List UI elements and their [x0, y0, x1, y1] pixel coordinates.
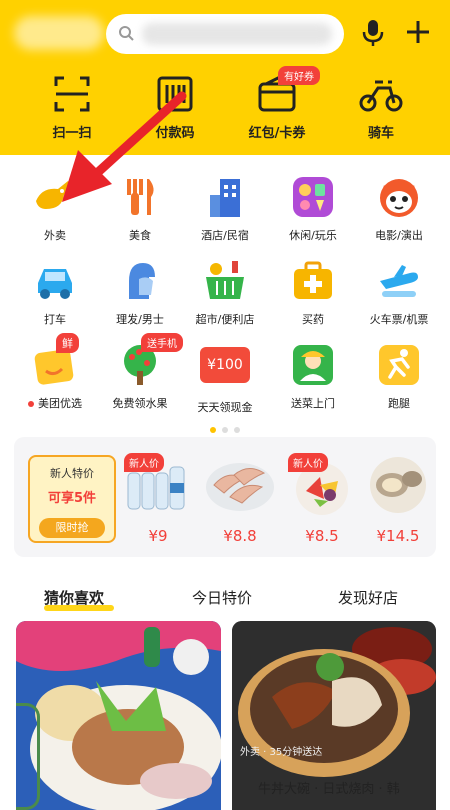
page-dot: [222, 427, 228, 433]
grocer-icon: [290, 343, 336, 387]
grid-item-grocery[interactable]: 送菜上门: [268, 343, 358, 411]
product-item[interactable]: ¥8.8: [200, 455, 280, 545]
grid-label: 酒店/民宿: [201, 229, 249, 242]
shrimp-icon: [204, 455, 276, 515]
quick-label: 红包/卡券: [248, 126, 306, 141]
quick-wallet[interactable]: 红包/卡券 有好券: [232, 66, 322, 141]
coupon-badge: 有好券: [278, 66, 320, 85]
plus-icon[interactable]: [404, 18, 432, 50]
grid-item-cash[interactable]: ¥100 天天领现金: [180, 343, 270, 415]
product-price: ¥8.8: [223, 527, 257, 545]
product-item[interactable]: 新人价 ¥9: [118, 453, 198, 545]
limited-buy-button[interactable]: 限时抢: [39, 518, 105, 538]
grid-item-tickets[interactable]: 火车票/机票: [354, 259, 444, 327]
overlay-frame: [16, 703, 40, 810]
promo-title: 新人特价: [50, 467, 94, 480]
grid-label: 跑腿: [388, 397, 410, 410]
quick-label: 付款码: [155, 126, 195, 141]
new-user-card[interactable]: 新人特价 可享5件 限时抢 新人价 ¥9 ¥8.8 新人价 ¥8.5 ¥14.5: [14, 437, 436, 557]
grid-label-text: 美团优选: [38, 397, 82, 410]
service-grid: 外卖 美食 酒店/民宿 休闲/玩乐 电影/演出 打车 理发/男士 超市/便利店 …: [0, 155, 450, 435]
page-dot-active: [210, 427, 216, 433]
grid-item-movie[interactable]: 电影/演出: [354, 175, 444, 243]
new-user-promo[interactable]: 新人特价 可享5件 限时抢: [28, 455, 116, 543]
grid-item-meishi[interactable]: 美食: [95, 175, 185, 243]
feed-card[interactable]: [16, 621, 221, 810]
promo-subtitle: 可享5件: [47, 491, 97, 506]
product-item[interactable]: ¥14.5: [358, 455, 438, 545]
food-photo: [16, 621, 221, 810]
grid-item-fruit[interactable]: 送手机 免费领水果: [95, 333, 185, 411]
grid-label: 休闲/玩乐: [289, 229, 337, 242]
grid-item-runner[interactable]: 跑腿: [354, 343, 444, 411]
page-indicator: [0, 418, 450, 437]
grid-label: 外卖: [44, 229, 66, 242]
grid-label: 理发/男士: [116, 313, 164, 326]
mic-icon[interactable]: [361, 18, 385, 52]
new-dot: [28, 401, 34, 407]
medicine-icon: [290, 259, 336, 303]
new-price-tag: 新人价: [288, 453, 328, 472]
grid-label: 火车票/机票: [369, 313, 429, 326]
runner-icon: [376, 343, 422, 387]
grid-item-leisure[interactable]: 休闲/玩乐: [268, 175, 358, 243]
grid-label: 免费领水果: [112, 397, 168, 410]
leisure-icon: [290, 175, 336, 219]
product-price: ¥9: [148, 527, 168, 545]
quick-bike[interactable]: 骑车: [336, 72, 426, 141]
quick-paycode[interactable]: 付款码: [130, 72, 220, 141]
youxuan-icon: 鲜: [32, 333, 79, 387]
grid-label: 美团优选: [10, 395, 100, 411]
barber-icon: [117, 259, 163, 303]
search-icon: [118, 25, 134, 45]
scan-icon: [27, 72, 117, 116]
product-price: ¥8.5: [305, 527, 339, 545]
tree-icon: 送手机: [117, 333, 183, 387]
cash-amount: ¥100: [200, 347, 250, 383]
tab-discover-shops[interactable]: 发现好店: [338, 587, 398, 608]
feed-caption: 外卖 · 35分钟送达: [240, 747, 323, 758]
grid-item-youxuan[interactable]: 鲜 美团优选: [10, 333, 100, 411]
plane-icon: [376, 259, 422, 303]
grid-label: 打车: [44, 313, 66, 326]
basket-icon: [202, 259, 248, 303]
fork-knife-icon: [117, 175, 163, 219]
hotel-icon: [202, 175, 248, 219]
oyster-icon: [362, 455, 434, 515]
grid-item-medicine[interactable]: 买药: [268, 259, 358, 327]
car-icon: [32, 259, 78, 303]
quick-label: 骑车: [367, 126, 394, 141]
cat-icon: [376, 175, 422, 219]
fresh-badge: 鲜: [56, 333, 79, 353]
quick-scan[interactable]: 扫一扫: [27, 72, 117, 141]
search-placeholder: [142, 23, 332, 45]
tab-guess-you-like[interactable]: 猜你喜欢: [44, 587, 104, 608]
location-selector[interactable]: [14, 16, 104, 50]
search-bar[interactable]: [106, 14, 344, 54]
grid-label: 电影/演出: [375, 229, 423, 242]
page-dot: [234, 427, 240, 433]
grid-item-hotel[interactable]: 酒店/民宿: [180, 175, 270, 243]
product-item[interactable]: 新人价 ¥8.5: [282, 453, 362, 545]
grid-item-taxi[interactable]: 打车: [10, 259, 100, 327]
phone-badge: 送手机: [141, 333, 183, 352]
header: 扫一扫 付款码 红包/卡券 有好券 骑车: [0, 0, 450, 155]
cash-icon: ¥100: [200, 347, 250, 391]
quick-label: 扫一扫: [52, 126, 92, 141]
tab-today-deals[interactable]: 今日特价: [192, 587, 252, 608]
bike-icon: [336, 72, 426, 116]
grid-item-barber[interactable]: 理发/男士: [95, 259, 185, 327]
grid-item-waimai[interactable]: 外卖: [10, 175, 100, 243]
grid-label: 超市/便利店: [195, 313, 255, 326]
grid-label: 买药: [302, 313, 324, 326]
feed-title: 牛丼大碗 · 日式烧肉 · 韩: [258, 782, 400, 797]
grid-label: 天天领现金: [197, 401, 253, 414]
product-price: ¥14.5: [376, 527, 420, 545]
delivery-icon: [32, 175, 78, 219]
grid-item-supermarket[interactable]: 超市/便利店: [180, 259, 270, 327]
grid-label: 美食: [129, 229, 151, 242]
new-price-tag: 新人价: [124, 453, 164, 472]
barcode-icon: [130, 72, 220, 116]
grid-label: 送菜上门: [291, 397, 335, 410]
